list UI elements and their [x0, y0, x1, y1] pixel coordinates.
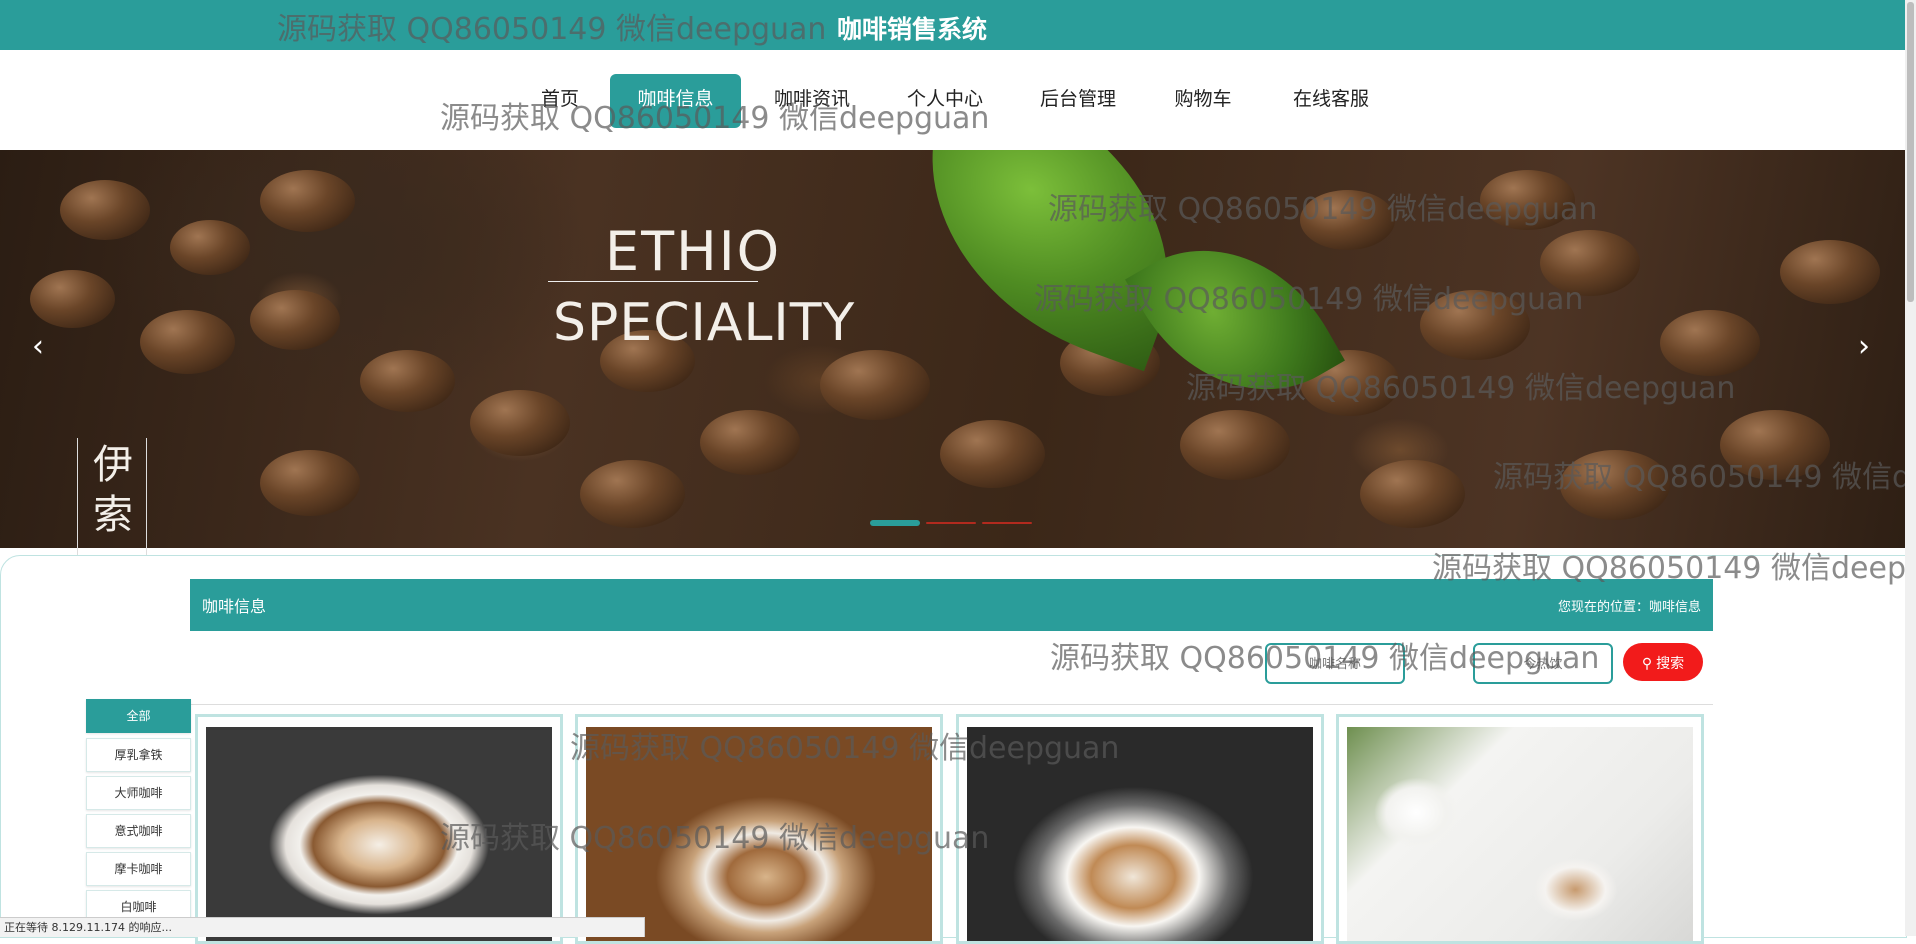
nav-cart[interactable]: 购物车: [1163, 74, 1243, 128]
watermark-text: 源码获取 QQ86050149 微信deepguan: [277, 12, 827, 47]
category-item[interactable]: 摩卡咖啡: [86, 852, 191, 886]
banner-vertical-text: 伊索: [93, 442, 133, 538]
search-icon: ⚲: [1641, 655, 1657, 671]
watermark-text: 源码获取 QQ86050149 微信deepguan: [1050, 641, 1600, 676]
watermark-text: 源码获取 QQ86050149 微信deepguan: [440, 101, 990, 136]
category-all[interactable]: 全部: [86, 699, 191, 733]
watermark-text: 源码获取 QQ86050149 微信deepguan: [440, 821, 990, 856]
carousel-prev-icon[interactable]: ‹: [21, 330, 55, 364]
nav-online-service[interactable]: 在线客服: [1281, 74, 1381, 128]
watermark-text: 源码获取 QQ86050149 微信deepguan: [1034, 282, 1584, 317]
category-item[interactable]: 意式咖啡: [86, 814, 191, 848]
scrollbar-thumb[interactable]: [1907, 2, 1914, 302]
watermark-text: 源码获取 QQ86050149 微信deepguan: [1048, 192, 1598, 227]
breadcrumb: 您现在的位置：咖啡信息: [1557, 600, 1701, 615]
watermark-text: 源码获取 QQ86050149 微信deepguan: [1432, 551, 1916, 586]
banner-headline: ETHIO: [605, 220, 782, 283]
carousel-dot[interactable]: [926, 522, 976, 524]
category-item[interactable]: 大师咖啡: [86, 776, 191, 810]
section-title: 咖啡信息: [202, 597, 267, 616]
category-item[interactable]: 厚乳拿铁: [86, 738, 191, 772]
product-image[interactable]: [1347, 727, 1693, 941]
nav-admin[interactable]: 后台管理: [1028, 74, 1128, 128]
product-card[interactable]: [1336, 714, 1704, 944]
carousel-dot[interactable]: [982, 522, 1032, 524]
watermark-text: 源码获取 QQ86050149 微信deepguan: [1493, 460, 1916, 495]
watermark-text: 源码获取 QQ86050149 微信deepguan: [1186, 371, 1736, 406]
banner-divider: [548, 281, 758, 282]
site-title: 咖啡销售系统: [837, 15, 988, 44]
divider: [190, 704, 1713, 705]
browser-status-bar: 正在等待 8.129.11.174 的响应...: [0, 917, 645, 937]
banner-subheadline: SPECIALITY: [553, 293, 856, 353]
watermark-text: 源码获取 QQ86050149 微信deepguan: [570, 731, 1120, 766]
search-button[interactable]: ⚲ 搜索: [1623, 643, 1703, 681]
carousel-next-icon[interactable]: ›: [1847, 330, 1881, 364]
search-button-label: 搜索: [1656, 655, 1685, 671]
carousel-dot[interactable]: [870, 520, 920, 526]
page-scrollbar[interactable]: [1905, 0, 1916, 936]
